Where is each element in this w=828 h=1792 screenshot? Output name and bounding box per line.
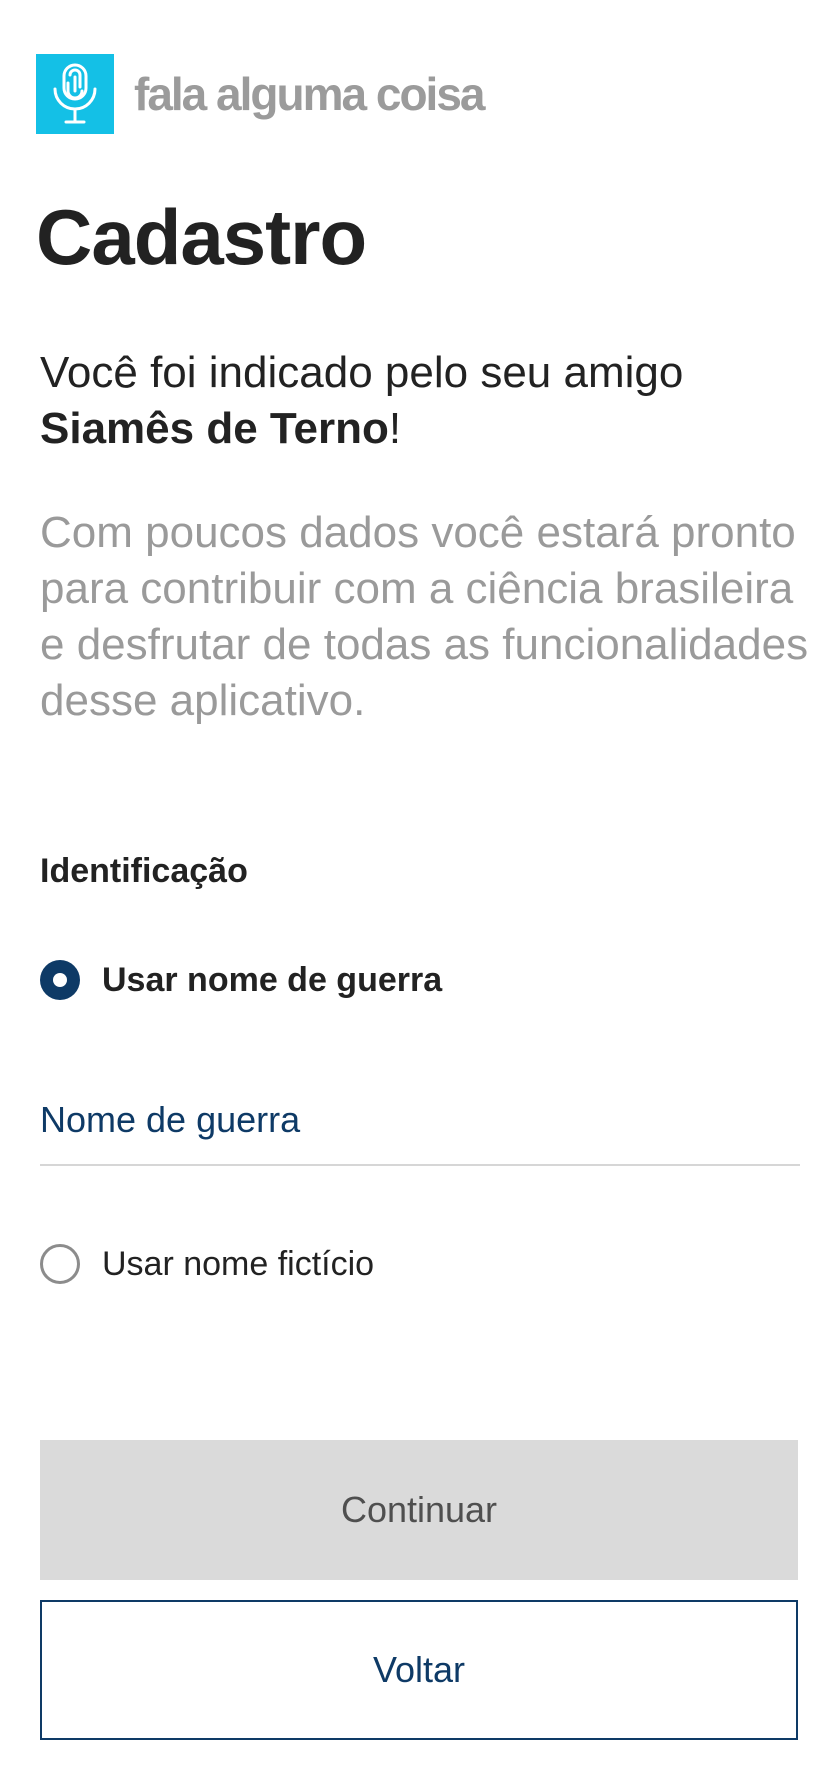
referral-text: Você foi indicado pelo seu amigo xyxy=(40,348,684,397)
radio-use-fictitious-name[interactable]: Usar nome fictício xyxy=(40,1244,374,1284)
radio-use-nickname[interactable]: Usar nome de guerra xyxy=(40,960,442,1000)
description-text: Com poucos dados você estará pronto para… xyxy=(40,508,809,725)
radio-use-nickname-label: Usar nome de guerra xyxy=(102,960,443,999)
radio-selected-icon[interactable] xyxy=(40,960,80,1000)
back-button[interactable]: Voltar xyxy=(40,1600,798,1740)
referral-message: Você foi indicado pelo seu amigo Siamês … xyxy=(40,345,800,457)
page-title: Cadastro xyxy=(36,193,367,281)
radio-unselected-icon[interactable] xyxy=(40,1244,80,1284)
app-logo xyxy=(36,54,114,134)
continue-button[interactable]: Continuar xyxy=(40,1440,798,1580)
nickname-input[interactable] xyxy=(40,1080,800,1160)
app-header: fala alguma coisa xyxy=(36,54,485,134)
nickname-field[interactable] xyxy=(40,1080,800,1166)
referral-suffix: ! xyxy=(388,404,402,453)
microphone-fingerprint-icon xyxy=(53,63,97,124)
brand-name: fala alguma coisa xyxy=(134,68,485,120)
identification-section-title: Identificação xyxy=(40,852,248,890)
radio-use-fictitious-name-label: Usar nome fictício xyxy=(102,1244,375,1283)
referrer-name: Siamês de Terno xyxy=(40,404,389,453)
